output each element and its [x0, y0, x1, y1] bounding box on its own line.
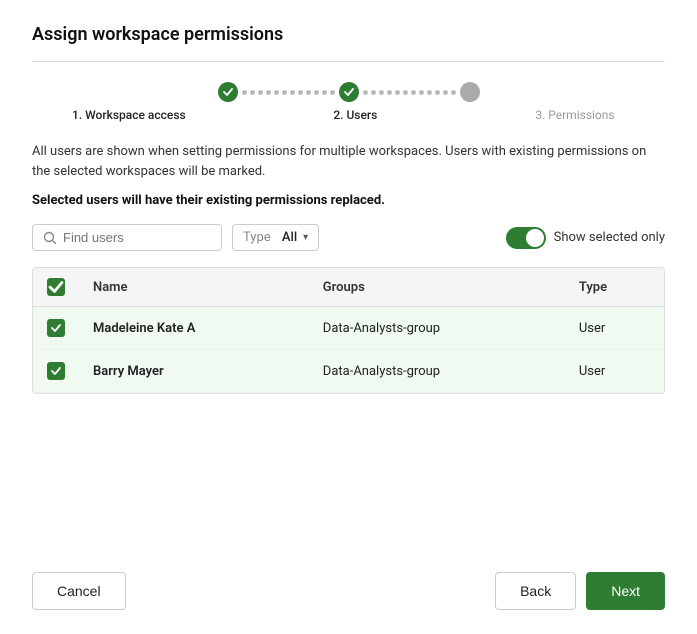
type-filter-label: Type [243, 230, 271, 245]
row-1-type: User [565, 307, 664, 350]
warning-text: Selected users will have their existing … [32, 193, 665, 208]
row-1-name: Madeleine Kate A [79, 307, 309, 350]
dialog-title: Assign workspace permissions [32, 24, 665, 45]
stepper [32, 82, 665, 102]
toggle-row: Show selected only [506, 227, 665, 249]
header-groups: Groups [309, 268, 565, 307]
row-2-type: User [565, 350, 664, 393]
row-1-checkbox[interactable] [47, 319, 65, 337]
info-text: All users are shown when setting permiss… [32, 142, 665, 181]
row-2-name: Barry Mayer [79, 350, 309, 393]
row-2-checkbox[interactable] [47, 362, 65, 380]
header-name: Name [79, 268, 309, 307]
table-body: Madeleine Kate A Data-Analysts-group Use… [33, 307, 664, 393]
show-selected-toggle[interactable] [506, 227, 546, 249]
row-1-groups: Data-Analysts-group [309, 307, 565, 350]
dialog: Assign workspace permissions [0, 0, 697, 634]
step-3-circle [460, 82, 480, 102]
footer-right: Back Next [495, 572, 665, 610]
header-checkbox[interactable] [47, 278, 65, 296]
filter-left: Type All ▾ [32, 224, 319, 251]
table: Name Groups Type Madeleine Kate A [33, 268, 664, 393]
step-dots-2-3 [363, 90, 456, 95]
row-1-checkbox-cell[interactable] [33, 307, 79, 350]
header-checkbox-cell[interactable] [33, 268, 79, 307]
step-2 [339, 82, 359, 102]
cancel-button[interactable]: Cancel [32, 572, 126, 610]
step-2-circle [339, 82, 359, 102]
header-type: Type [565, 268, 664, 307]
chevron-down-icon: ▾ [303, 232, 308, 243]
table-header: Name Groups Type [33, 268, 664, 307]
search-input[interactable] [63, 230, 211, 245]
row-2-groups: Data-Analysts-group [309, 350, 565, 393]
row-2-checkbox-cell[interactable] [33, 350, 79, 393]
search-icon [43, 231, 57, 245]
step-1 [218, 82, 238, 102]
step-3 [460, 82, 480, 102]
footer: Cancel Back Next [32, 556, 665, 634]
step-labels: 1. Workspace access 2. Users 3. Permissi… [32, 108, 665, 122]
back-button[interactable]: Back [495, 572, 576, 610]
type-filter-value: All [282, 230, 297, 245]
step-3-label: 3. Permissions [525, 108, 625, 122]
step-1-circle [218, 82, 238, 102]
user-table: Name Groups Type Madeleine Kate A [32, 267, 665, 394]
divider [32, 61, 665, 62]
toggle-label: Show selected only [554, 230, 665, 245]
search-box[interactable] [32, 224, 222, 251]
table-row[interactable]: Madeleine Kate A Data-Analysts-group Use… [33, 307, 664, 350]
step-1-label: 1. Workspace access [72, 108, 186, 122]
filter-row: Type All ▾ Show selected only [32, 224, 665, 251]
step-dots-1-2 [242, 90, 335, 95]
step-2-label: 2. Users [305, 108, 405, 122]
type-filter[interactable]: Type All ▾ [232, 224, 319, 251]
next-button[interactable]: Next [586, 572, 665, 610]
table-row[interactable]: Barry Mayer Data-Analysts-group User [33, 350, 664, 393]
